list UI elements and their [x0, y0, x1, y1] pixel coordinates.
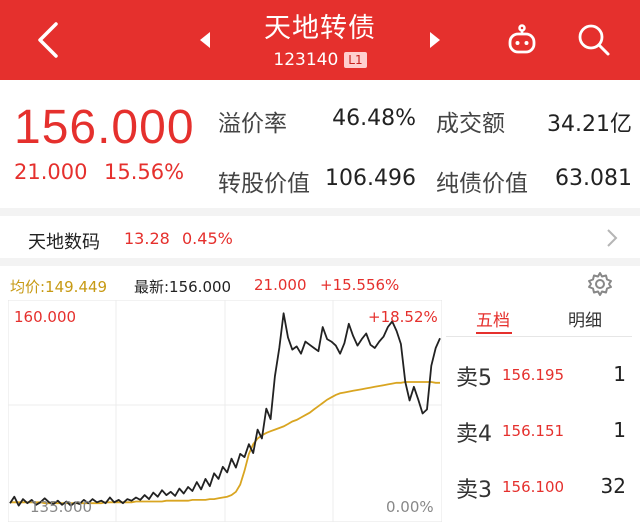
underlying-stock-row[interactable]: 天地数码 13.28 0.45%: [0, 218, 640, 258]
underlying-stock-pct: 0.45%: [182, 229, 233, 248]
chevron-right-icon: [607, 229, 618, 247]
tab-five-levels[interactable]: 五档: [476, 306, 510, 331]
bond-value: 63.081: [555, 166, 632, 191]
latest-change-pct: +15.556%: [320, 276, 400, 294]
price-change: 21.000: [14, 160, 88, 184]
pct-min-label: 0.00%: [386, 498, 434, 516]
gear-icon: [588, 272, 612, 296]
bond-code: 123140: [273, 50, 339, 70]
ask5-price: 156.195: [502, 366, 565, 384]
assistant-button[interactable]: [502, 20, 542, 60]
intraday-chart-svg: [7, 299, 443, 523]
underlying-stock-name: 天地数码: [28, 232, 100, 253]
chart-settings-button[interactable]: [586, 270, 614, 298]
latest-price: 最新:156.000: [134, 278, 232, 296]
y-min-label: 135.000: [30, 498, 93, 516]
section-divider: [0, 258, 640, 266]
tab-details[interactable]: 明细: [568, 306, 602, 331]
turnover-label: 成交额: [436, 111, 505, 137]
latest-change: 21.000: [254, 276, 307, 294]
bond-value-label: 纯债价值: [436, 171, 528, 197]
conversion-value: 106.496: [325, 166, 416, 191]
price-change-pct: 15.56%: [104, 160, 185, 184]
page-title: 天地转债: [264, 13, 376, 44]
ask4-volume: 1: [613, 418, 626, 442]
ask4-price: 156.151: [502, 422, 565, 440]
active-tab-indicator: [476, 332, 512, 334]
ask5-label: 卖5: [456, 366, 492, 391]
app-header: 天地转债 123140 L1: [0, 0, 640, 80]
ask3-price: 156.100: [502, 478, 565, 496]
search-icon: [578, 24, 610, 56]
premium-rate-value: 46.48%: [332, 106, 416, 131]
robot-icon: [508, 24, 536, 54]
turnover-value: 34.21亿: [547, 112, 632, 137]
premium-rate-label: 溢价率: [218, 111, 287, 137]
ask5-volume: 1: [613, 362, 626, 386]
avg-price: 均价:149.449: [10, 278, 108, 296]
pct-max-label: +18.52%: [368, 308, 438, 326]
next-icon: [430, 32, 440, 48]
ask3-volume: 32: [600, 474, 626, 498]
search-button[interactable]: [574, 20, 614, 60]
underlying-stock-price: 13.28: [124, 229, 170, 248]
level-badge: L1: [344, 52, 367, 68]
conversion-value-label: 转股价值: [218, 171, 310, 197]
next-bond-button[interactable]: [424, 28, 444, 52]
order-book-divider: [446, 336, 632, 337]
intraday-chart[interactable]: 160.000 +18.52% 135.000 0.00%: [7, 299, 443, 523]
order-book-tabs: 五档 明细: [446, 300, 632, 336]
ask4-label: 卖4: [456, 422, 492, 447]
bond-code-line: 123140 L1: [0, 50, 640, 70]
current-price: 156.000: [14, 101, 195, 154]
ask3-label: 卖3: [456, 478, 492, 503]
section-divider: [0, 208, 640, 216]
y-max-label: 160.000: [14, 308, 77, 326]
